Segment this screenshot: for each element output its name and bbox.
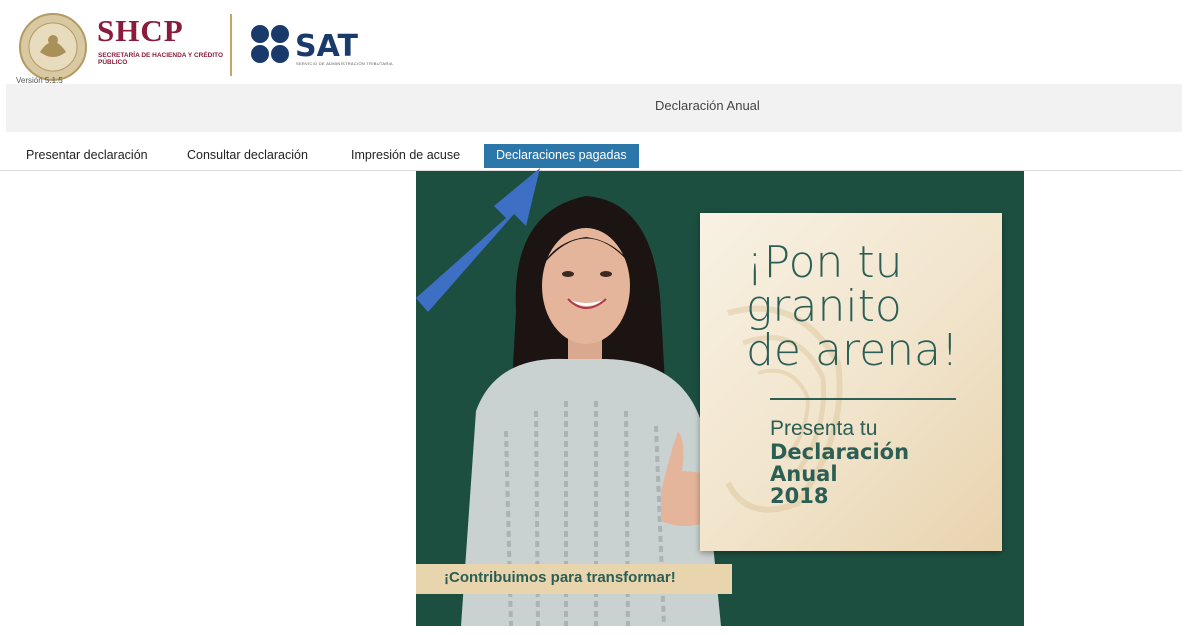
declaracion-line-3: 2018 bbox=[770, 484, 829, 508]
sat-logo-subtitle: SERVICIO DE ADMINISTRACIÓN TRIBUTARIA bbox=[296, 61, 393, 66]
present-label: Presenta tu bbox=[770, 417, 878, 440]
headline-rule bbox=[770, 398, 956, 400]
page-title: Declaración Anual bbox=[655, 98, 760, 113]
shcp-logo-subtitle: SECRETARÍA DE HACIENDA Y CRÉDITO PÚBLICO bbox=[98, 52, 224, 66]
logo-divider bbox=[230, 14, 232, 76]
mexican-seal-icon bbox=[19, 13, 87, 81]
slogan-text: ¡Contribuimos para transformar! bbox=[444, 569, 676, 586]
shcp-logo-title: SHCP bbox=[97, 13, 184, 48]
declaracion-anual-label: Declaración Anual 2018 bbox=[770, 441, 909, 507]
sat-logo-title: SAT bbox=[295, 29, 358, 64]
pointer-arrow-icon bbox=[416, 168, 540, 312]
headline-line-1: ¡Pon tu bbox=[746, 237, 903, 288]
page-header: SHCP SECRETARÍA DE HACIENDA Y CRÉDITO PÚ… bbox=[0, 0, 1182, 85]
sat-logo-icon bbox=[251, 25, 289, 63]
tab-consultar-declaracion[interactable]: Consultar declaración bbox=[187, 144, 308, 168]
headline: ¡Pon tu granito de arena! bbox=[746, 241, 959, 373]
title-band bbox=[6, 84, 1182, 132]
headline-line-3: de arena! bbox=[746, 325, 959, 376]
headline-line-2: granito bbox=[746, 281, 902, 332]
tab-presentar-declaracion[interactable]: Presentar declaración bbox=[26, 144, 148, 168]
declaracion-line-2: Anual bbox=[770, 462, 838, 486]
declaracion-line-1: Declaración bbox=[770, 440, 910, 464]
